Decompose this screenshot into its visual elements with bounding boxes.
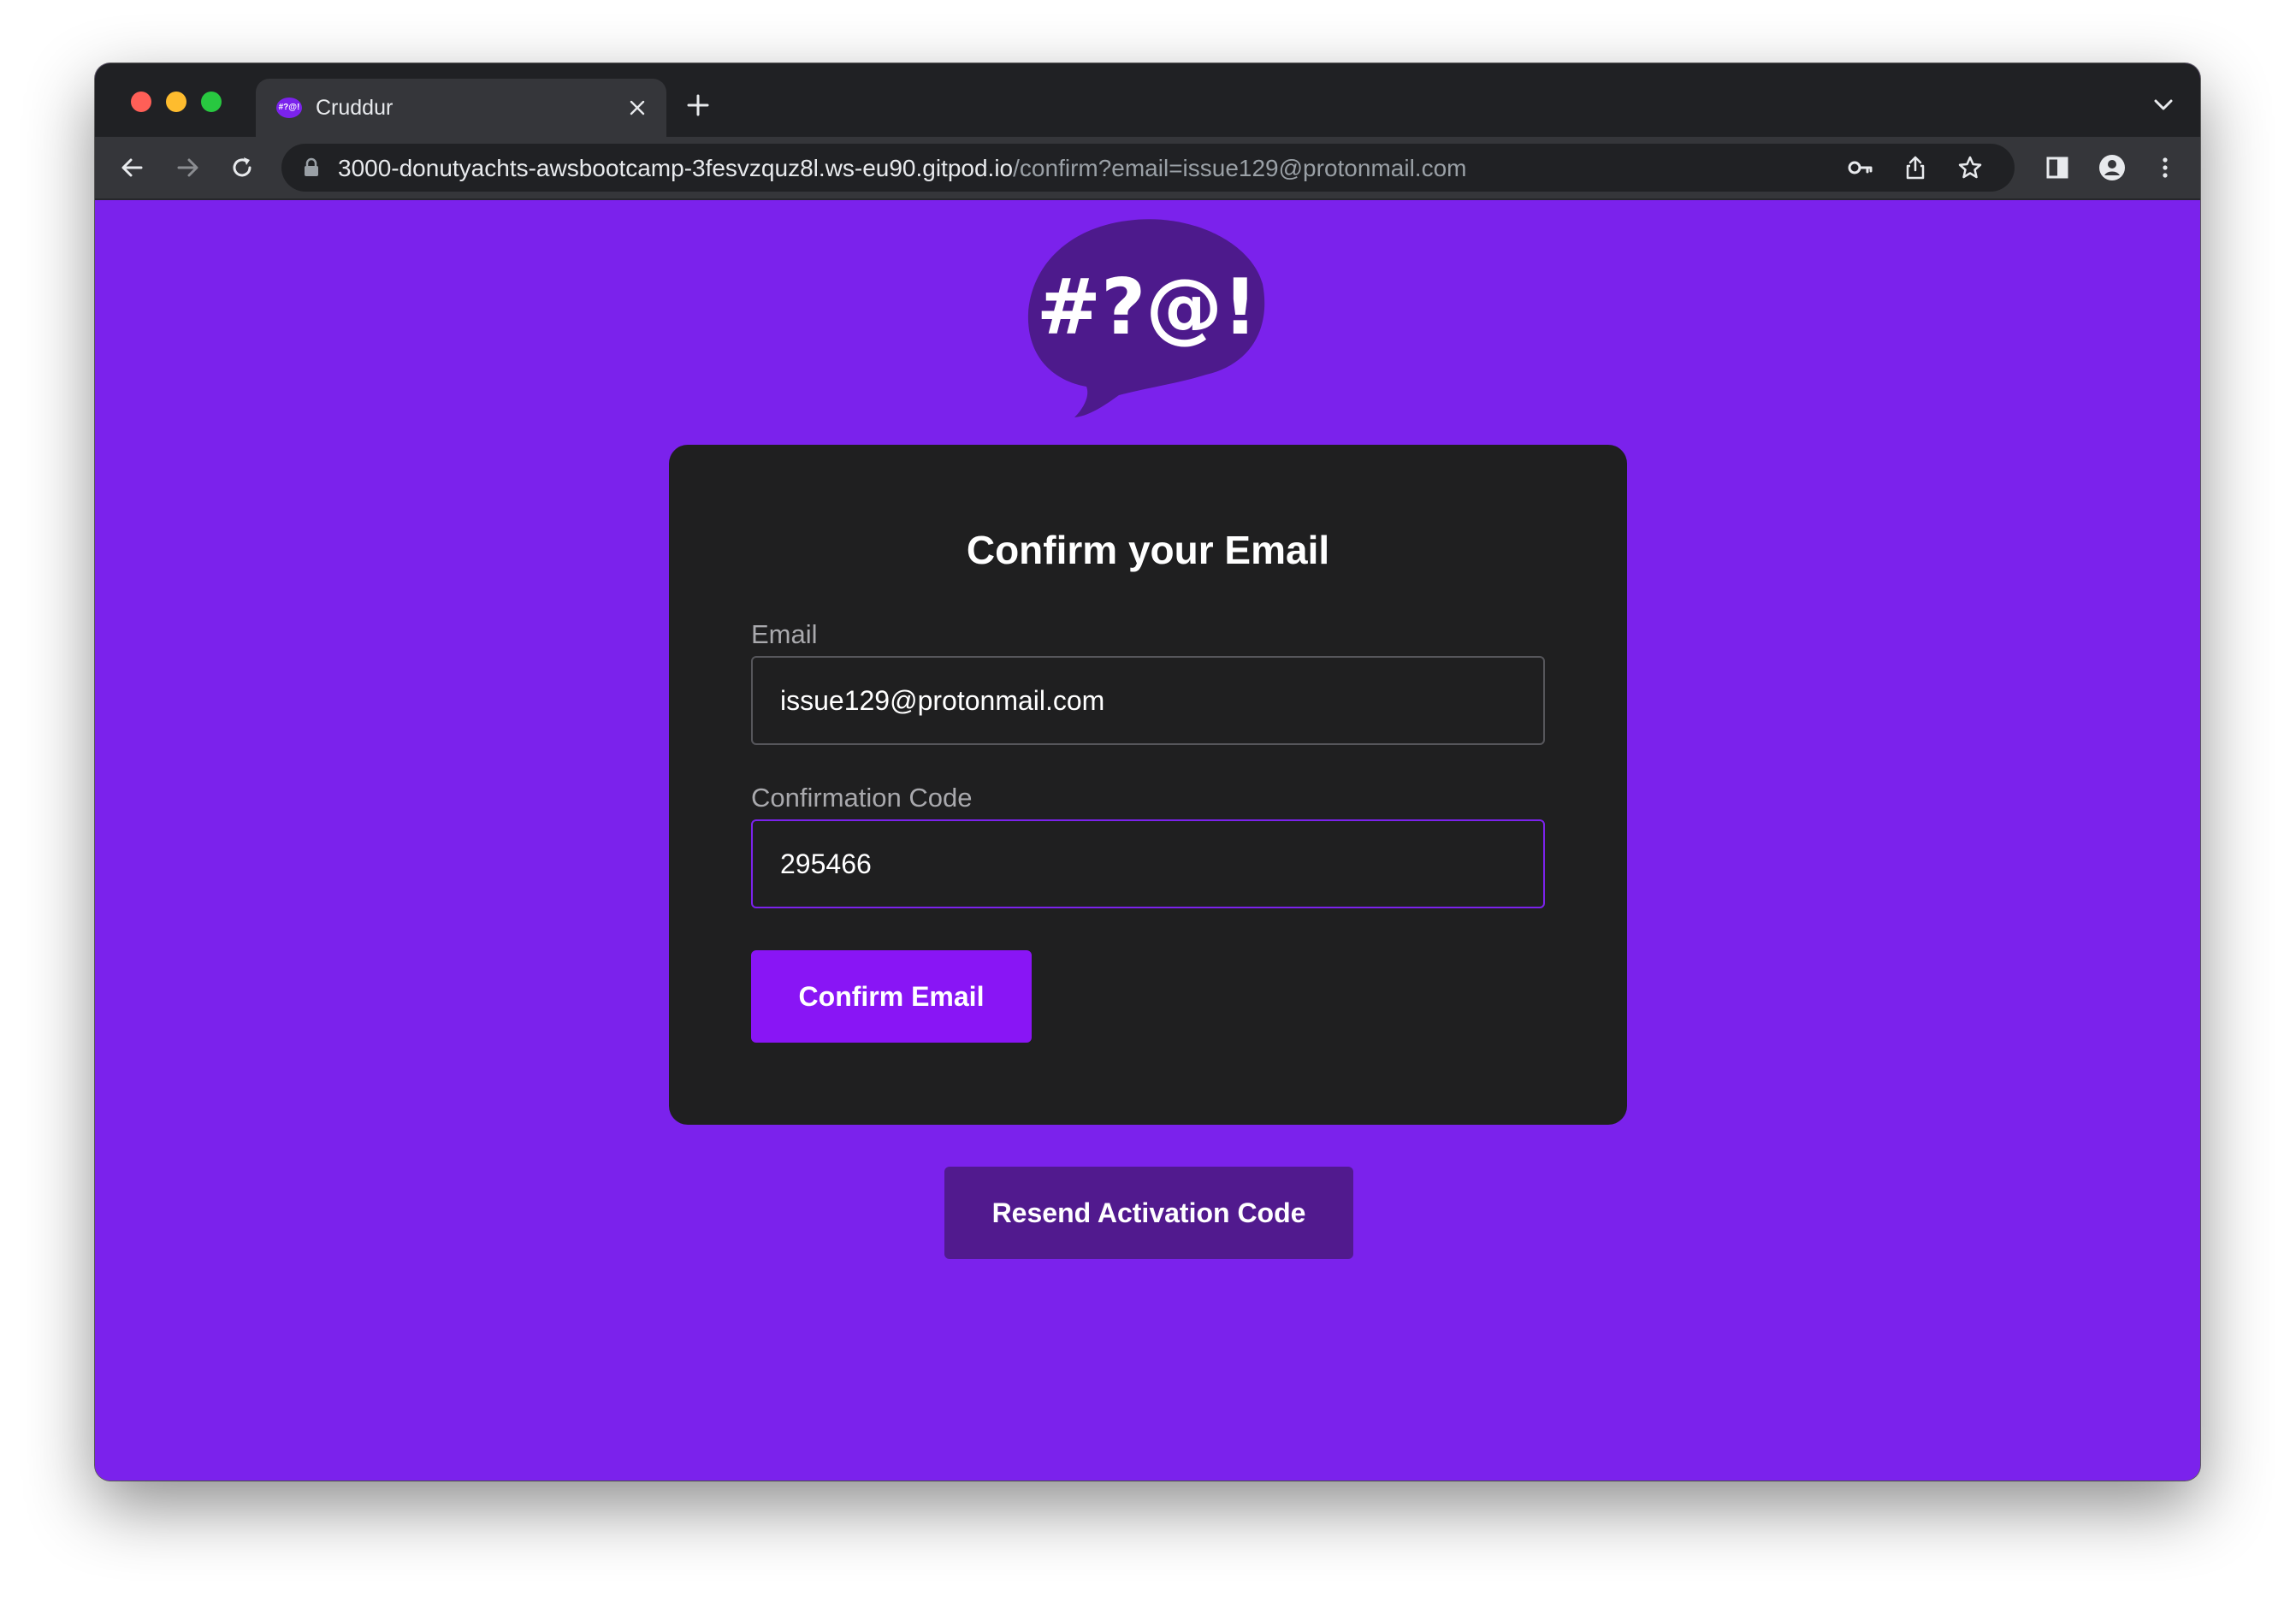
plus-icon[interactable]	[685, 92, 711, 118]
chevron-down-icon[interactable]	[2152, 96, 2175, 113]
reload-icon[interactable]	[227, 152, 257, 183]
back-arrow-icon[interactable]	[117, 152, 148, 183]
confirm-email-button[interactable]: Confirm Email	[751, 950, 1032, 1043]
url-host: 3000-donutyachts-awsbootcamp-3fesvzquz8l…	[338, 155, 1014, 181]
profile-icon[interactable]	[2097, 152, 2127, 183]
tab-strip: #?@! Cruddur	[95, 63, 2200, 137]
forward-arrow-icon[interactable]	[172, 152, 203, 183]
kebab-menu-icon[interactable]	[2150, 152, 2181, 183]
confirm-card: Confirm your Email Email Confirmation Co…	[669, 445, 1627, 1125]
zoom-window-button[interactable]	[201, 92, 222, 112]
resend-activation-code-button[interactable]: Resend Activation Code	[944, 1167, 1353, 1259]
cruddur-logo-icon: #?@!	[276, 98, 302, 118]
page-title: Confirm your Email	[966, 528, 1330, 572]
page-content: #?@! Confirm your Email Email Confirmati…	[95, 200, 2200, 1481]
url-text[interactable]: 3000-donutyachts-awsbootcamp-3fesvzquz8l…	[338, 155, 1466, 182]
logo-text: #?@!	[1037, 263, 1258, 352]
address-bar[interactable]: 3000-donutyachts-awsbootcamp-3fesvzquz8l…	[281, 144, 2015, 192]
browser-toolbar: 3000-donutyachts-awsbootcamp-3fesvzquz8l…	[95, 137, 2200, 200]
star-icon[interactable]	[1956, 154, 1984, 181]
lock-icon[interactable]	[302, 157, 321, 178]
confirmation-code-field[interactable]	[751, 819, 1545, 908]
confirmation-code-label: Confirmation Code	[751, 783, 973, 813]
url-path: /confirm?email=issue129@protonmail.com	[1013, 155, 1467, 181]
cruddur-logo: #?@!	[1027, 219, 1265, 417]
email-field[interactable]	[751, 656, 1545, 745]
email-label: Email	[751, 619, 818, 649]
browser-tab[interactable]: #?@! Cruddur	[256, 79, 666, 137]
share-icon[interactable]	[1902, 154, 1929, 181]
tab-title: Cruddur	[316, 96, 394, 120]
key-icon[interactable]	[1847, 154, 1874, 181]
minimize-window-button[interactable]	[166, 92, 186, 112]
close-window-button[interactable]	[131, 92, 151, 112]
close-icon[interactable]	[627, 98, 648, 118]
side-panel-icon[interactable]	[2042, 152, 2073, 183]
browser-window: #?@! Cruddur 3000-donutyachts-awsbootcam…	[95, 63, 2200, 1481]
